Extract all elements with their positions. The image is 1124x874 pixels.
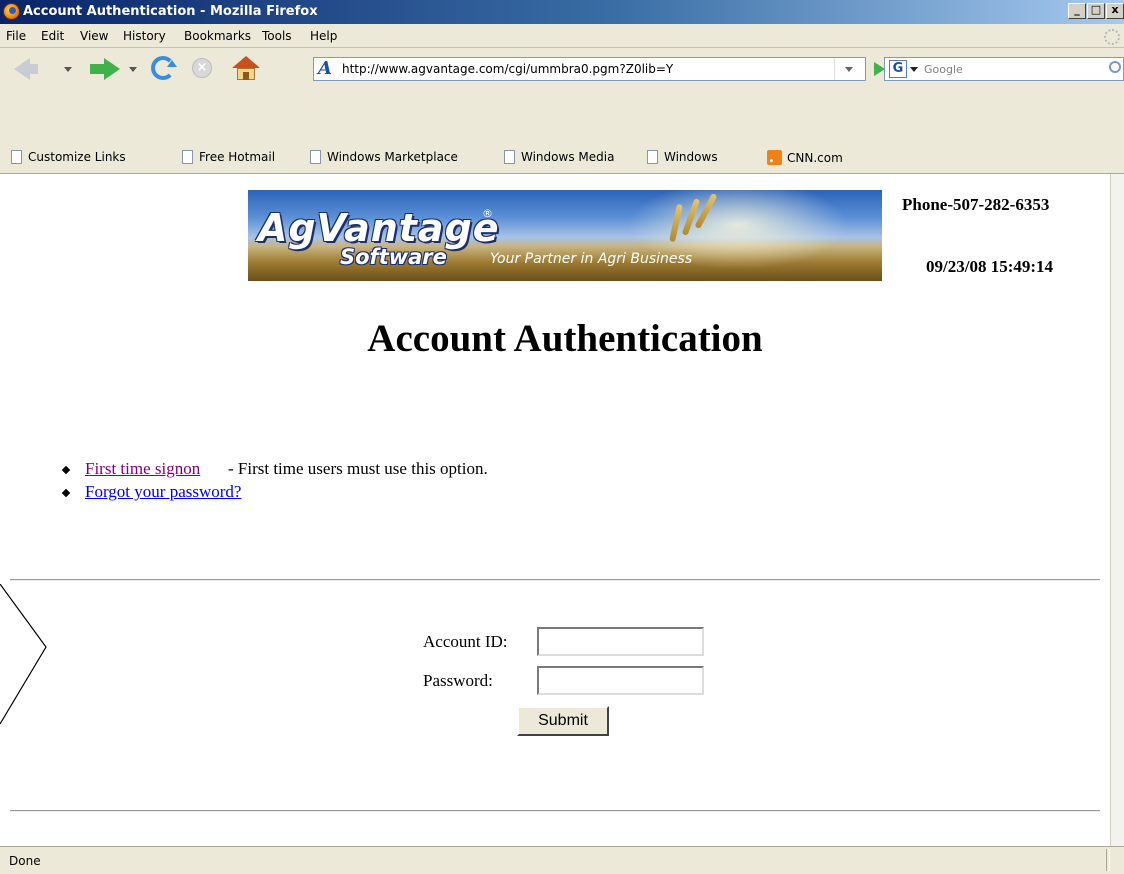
- status-divider: [1106, 849, 1110, 871]
- brand-tagline: Your Partner in Agri Business: [490, 251, 693, 267]
- maximize-button[interactable]: □: [1087, 3, 1105, 19]
- bookmark-customize-links[interactable]: Customize Links: [11, 150, 126, 168]
- browser-window: Account Authentication - Mozilla Firefox…: [0, 0, 1124, 874]
- first-time-signon-description: - First time users must use this option.: [228, 459, 488, 478]
- forgot-password-link[interactable]: Forgot your password?: [85, 482, 241, 502]
- menu-tools[interactable]: Tools: [262, 29, 292, 43]
- search-engine-icon[interactable]: G: [889, 60, 907, 78]
- callout-arrow-annotation: [0, 584, 47, 725]
- search-engine-dropdown-icon[interactable]: [910, 67, 918, 72]
- password-input[interactable]: [537, 666, 704, 695]
- reload-icon[interactable]: [151, 56, 177, 80]
- page-icon: [504, 150, 515, 164]
- menu-history[interactable]: History: [123, 29, 166, 43]
- bookmarks-toolbar: Customize Links Free Hotmail Windows Mar…: [0, 142, 1124, 174]
- password-label: Password:: [423, 671, 493, 690]
- navigation-toolbar: × A http://www.agvantage.com/cgi/ummbra0…: [0, 48, 1124, 142]
- phone-number: Phone-507-282-6353: [902, 195, 1050, 214]
- url-history-dropdown-icon[interactable]: [834, 58, 865, 80]
- search-bar[interactable]: G Google: [884, 57, 1124, 81]
- registered-mark: ®: [482, 207, 493, 220]
- brand-logo: AgVantage: [258, 206, 500, 250]
- home-icon[interactable]: [232, 56, 260, 80]
- back-history-dropdown-icon[interactable]: [64, 67, 72, 72]
- rss-icon: [767, 150, 782, 165]
- forward-arrow-icon[interactable]: [90, 58, 120, 80]
- bookmark-cnn[interactable]: CNN.com: [767, 150, 843, 168]
- bookmark-windows-marketplace[interactable]: Windows Marketplace: [310, 150, 458, 168]
- bookmark-windows-media[interactable]: Windows Media: [504, 150, 614, 168]
- bookmark-windows[interactable]: Windows: [647, 150, 718, 168]
- bookmark-free-hotmail[interactable]: Free Hotmail: [182, 150, 275, 168]
- search-placeholder[interactable]: Google: [924, 63, 963, 76]
- menu-bookmarks[interactable]: Bookmarks: [184, 29, 251, 43]
- submit-button[interactable]: Submit: [517, 706, 609, 736]
- status-bar: Done: [0, 846, 1124, 874]
- search-icon[interactable]: [1109, 61, 1121, 73]
- back-arrow-icon[interactable]: [14, 58, 38, 80]
- menu-file[interactable]: File: [6, 29, 26, 43]
- close-button[interactable]: x: [1106, 3, 1124, 19]
- divider: [10, 579, 1100, 581]
- divider: [10, 810, 1100, 812]
- account-id-label: Account ID:: [423, 632, 508, 651]
- menu-bar: File Edit View History Bookmarks Tools H…: [0, 24, 1124, 48]
- site-favicon-icon: A: [318, 58, 332, 79]
- firefox-icon: [3, 3, 20, 20]
- first-time-signon-link[interactable]: First time signon: [85, 459, 200, 479]
- page-icon: [11, 150, 22, 164]
- window-title: Account Authentication - Mozilla Firefox: [23, 4, 318, 19]
- address-url[interactable]: http://www.agvantage.com/cgi/ummbra0.pgm…: [342, 62, 673, 76]
- brand-sub: Software: [340, 245, 447, 269]
- bullet-icon: [61, 488, 71, 498]
- page-title: Account Authentication: [367, 317, 763, 360]
- page-content: AgVantage ® Software Your Partner in Agr…: [0, 174, 1110, 846]
- menu-edit[interactable]: Edit: [41, 29, 64, 43]
- agvantage-banner: AgVantage ® Software Your Partner in Agr…: [248, 190, 882, 281]
- forward-history-dropdown-icon[interactable]: [129, 67, 137, 72]
- minimize-button[interactable]: _: [1068, 3, 1086, 19]
- page-icon: [310, 150, 321, 164]
- throbber-icon: [1104, 29, 1120, 45]
- page-icon: [647, 150, 658, 164]
- bullet-icon: [61, 465, 71, 475]
- address-bar[interactable]: A http://www.agvantage.com/cgi/ummbra0.p…: [313, 57, 866, 81]
- stop-icon[interactable]: ×: [192, 58, 212, 78]
- account-id-input[interactable]: [537, 627, 704, 656]
- vertical-scrollbar[interactable]: [1110, 174, 1124, 846]
- status-text: Done: [9, 854, 41, 868]
- page-icon: [182, 150, 193, 164]
- date-time: 09/23/08 15:49:14: [926, 257, 1054, 276]
- menu-view[interactable]: View: [80, 29, 108, 43]
- title-bar: Account Authentication - Mozilla Firefox…: [0, 0, 1124, 24]
- menu-help[interactable]: Help: [310, 29, 337, 43]
